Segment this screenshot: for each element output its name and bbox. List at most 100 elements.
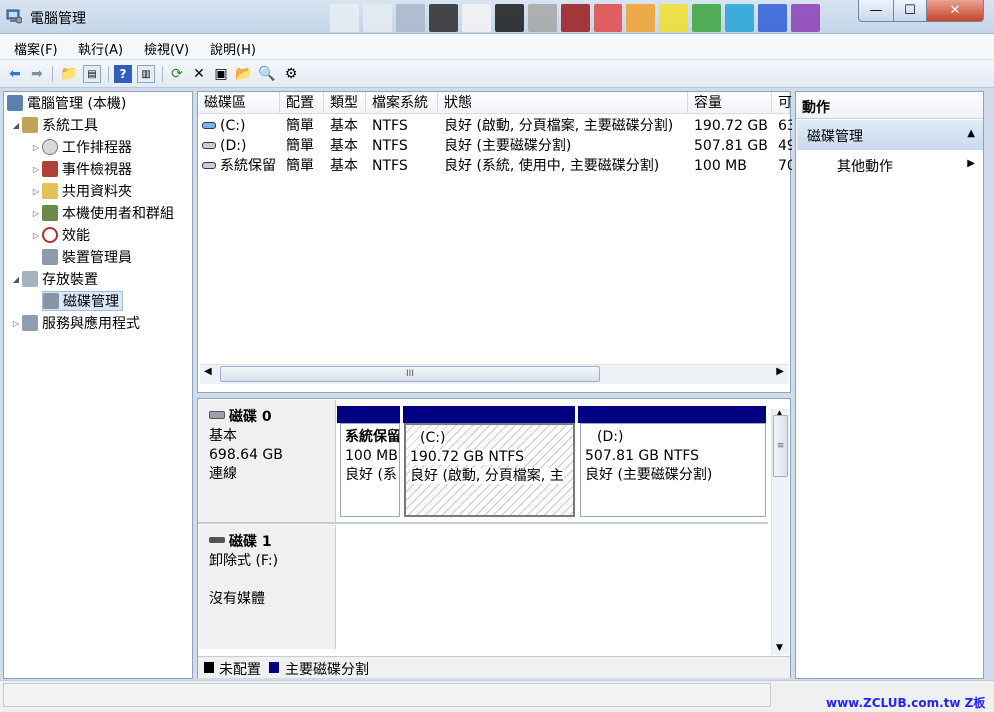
actions-section-disk-management[interactable]: 磁碟管理 ▲ [797,120,983,150]
volume-cell-layout: 簡單 [286,118,314,134]
watermark: www.ZCLUB.com.tw Z板 [826,696,986,710]
volume-icon [202,122,216,129]
collapse-arrow-icon[interactable]: ▲ [967,128,975,139]
legend-unallocated: 未配置 [219,662,261,678]
horizontal-scroll-thumb[interactable]: III [220,366,600,382]
partition-status: 良好 (啟動, 分頁檔案, 主 [410,468,564,484]
collapsed-arrow-icon[interactable]: ▷ [10,314,22,334]
partition-bar-system-reserved [337,406,400,423]
close-button[interactable]: ✕ [926,0,984,22]
tree-label: 系統工具 [42,118,98,134]
partition-name: 系統保留 [345,429,400,445]
tree-label: 工作排程器 [62,140,132,156]
tree-item-event-viewer[interactable]: ▷ 事件檢視器 [30,160,132,180]
forward-arrow-icon[interactable]: ➡ [28,65,46,83]
tree-item-disk-management[interactable]: 磁碟管理 [42,291,123,311]
minimize-button[interactable]: — [858,0,894,22]
scroll-down-icon[interactable]: ▼ [776,643,783,653]
partition-system-reserved[interactable]: 系統保留 100 MB 良好 (系 [340,423,400,517]
volume-list: 磁碟區 配置 類型 檔案系統 狀態 容量 可 (C:) 簡單 基本 NTFS 良好 (啟… [197,91,792,393]
volume-cell-type: 基本 [330,138,358,154]
menu-action[interactable]: 執行(A) [78,39,123,58]
actions-pane: 動作 磁碟管理 ▲ 其他動作 ▶ [795,91,984,679]
tree-item-device-manager[interactable]: 裝置管理員 [42,248,132,268]
column-header-volume[interactable]: 磁碟區 [198,92,280,114]
scroll-right-icon[interactable]: ▶ [776,366,784,377]
volume-cell-capacity: 190.72 GB [694,118,768,134]
show-hide-action-pane-icon[interactable]: ▥ [137,65,155,83]
clock-icon [42,139,58,155]
menu-help[interactable]: 說明(H) [210,39,256,58]
collapsed-arrow-icon[interactable]: ▷ [30,204,42,224]
tools-icon [22,117,38,133]
removable-disk-icon [209,537,225,543]
shared-folder-icon [42,183,58,199]
expanded-arrow-icon[interactable]: ◢ [10,270,22,290]
delete-icon[interactable]: ✕ [190,65,208,83]
volume-cell-free: 63 [778,118,792,134]
menu-view[interactable]: 檢視(V) [144,39,189,58]
search-icon[interactable]: 🔍 [258,65,276,83]
scroll-left-icon[interactable]: ◀ [204,366,212,377]
collapsed-arrow-icon[interactable]: ▷ [30,182,42,202]
disk-type: 基本 [209,428,237,444]
partition-name: (C:) [420,430,446,446]
column-header-type[interactable]: 類型 [324,92,366,114]
vertical-scroll-thumb[interactable]: ≡ [773,415,788,477]
primary-partition-swatch [269,662,279,673]
volume-cell-free: 49 [778,138,792,154]
tree-item-services-apps[interactable]: ▷ 服務與應用程式 [10,314,140,334]
collapsed-arrow-icon[interactable]: ▷ [30,160,42,180]
tree-root[interactable]: 電腦管理 (本機) [7,94,126,114]
back-arrow-icon[interactable]: ⬅ [6,65,24,83]
volume-cell-fs: NTFS [372,158,408,174]
up-folder-icon[interactable]: 📁 [60,65,78,83]
column-header-free[interactable]: 可 [772,92,792,114]
partition-size: 190.72 GB NTFS [410,449,525,465]
properties-icon[interactable]: ▣ [212,65,230,83]
column-header-capacity[interactable]: 容量 [688,92,772,114]
tree-item-system-tools[interactable]: ◢ 系統工具 [10,116,98,136]
menu-file[interactable]: 檔案(F) [14,39,58,58]
legend-primary: 主要磁碟分割 [285,662,369,678]
collapsed-arrow-icon[interactable]: ▷ [30,226,42,246]
vertical-scrollbar[interactable]: ▲ ≡ ▼ [771,409,789,655]
tree-item-storage[interactable]: ◢ 存放裝置 [10,270,98,290]
disk-management-icon [43,293,59,309]
volume-cell-name[interactable]: (D:) [220,136,280,156]
tree-item-local-users[interactable]: ▷ 本機使用者和群組 [30,204,174,224]
tree-label: 共用資料夾 [62,184,132,200]
partition-d[interactable]: (D:) 507.81 GB NTFS 良好 (主要磁碟分割) [580,423,766,517]
partition-size: 507.81 GB NTFS [585,448,700,464]
disk-0-label[interactable]: 磁碟 0 基本 698.64 GB 連線 [199,400,336,522]
help-icon[interactable]: ? [114,65,132,83]
column-header-status[interactable]: 狀態 [438,92,688,114]
volume-cell-status: 良好 (主要磁碟分割) [444,138,572,154]
status-text-area [3,683,771,707]
disk-1-label[interactable]: 磁碟 1 卸除式 (F:) 沒有媒體 [199,525,336,649]
volume-cell-layout: 簡單 [286,158,314,174]
column-header-filesystem[interactable]: 檔案系統 [366,92,438,114]
collapsed-arrow-icon[interactable]: ▷ [30,138,42,158]
tree-item-task-scheduler[interactable]: ▷ 工作排程器 [30,138,132,158]
open-folder-icon[interactable]: 📂 [235,65,253,83]
volume-cell-name[interactable]: (C:) [220,116,280,136]
disk-size: 698.64 GB [209,447,283,463]
disk-title: 磁碟 1 [229,534,272,550]
disk-settings-icon[interactable]: ⚙ [282,65,300,83]
disk-title: 磁碟 0 [229,409,272,425]
refresh-icon[interactable]: ⟳ [168,65,186,83]
volume-cell-capacity: 100 MB [694,158,747,174]
volume-cell-name[interactable]: 系統保留 [220,156,280,176]
actions-more[interactable]: 其他動作 ▶ [797,154,983,176]
show-hide-tree-icon[interactable]: ▤ [83,65,101,83]
users-icon [42,205,58,221]
column-header-layout[interactable]: 配置 [280,92,324,114]
disk-state: 沒有媒體 [209,591,265,607]
tree-item-shared-folders[interactable]: ▷ 共用資料夾 [30,182,132,202]
tree-item-performance[interactable]: ▷ 效能 [30,226,90,246]
maximize-button[interactable]: ☐ [893,0,927,22]
partition-bar-d [578,406,766,423]
expanded-arrow-icon[interactable]: ◢ [10,116,22,136]
partition-c[interactable]: (C:) 190.72 GB NTFS 良好 (啟動, 分頁檔案, 主 [404,423,575,517]
